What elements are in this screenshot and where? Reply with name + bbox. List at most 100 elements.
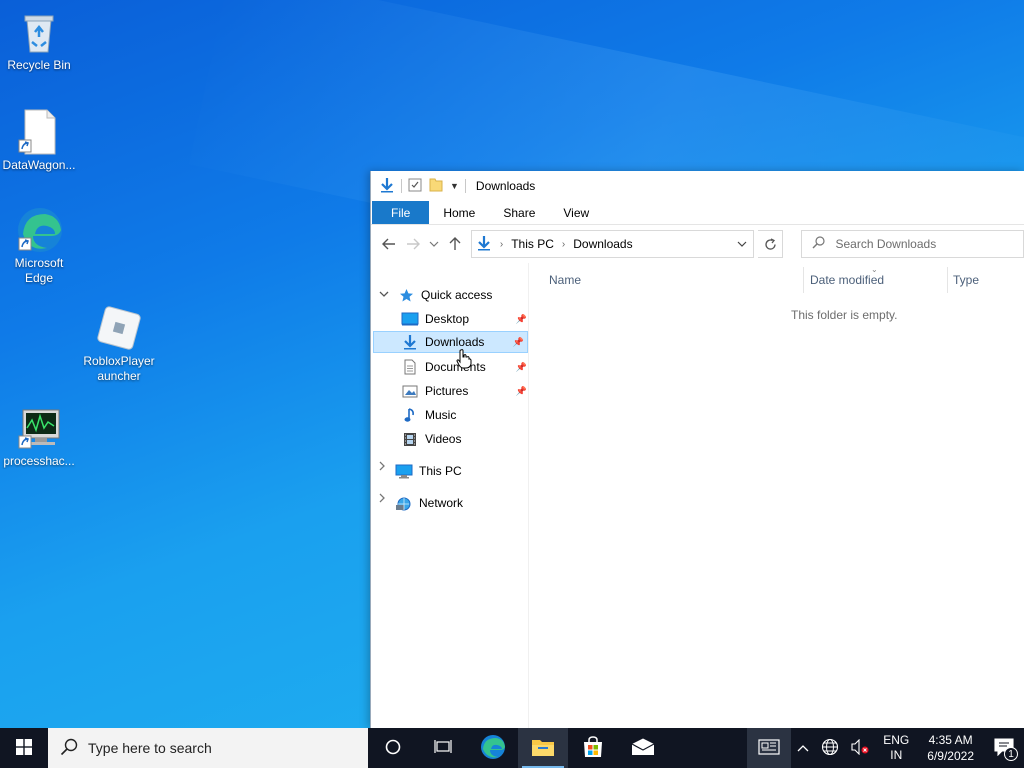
nav-label: Desktop (425, 312, 470, 326)
nav-item-pictures[interactable]: Pictures 📌 (401, 380, 527, 402)
taskbar-edge-button[interactable] (468, 728, 518, 768)
desktop-icon-roblox[interactable]: RobloxPlayer auncher (80, 304, 158, 384)
expand-quick-access-icon[interactable] (379, 289, 389, 300)
tab-share[interactable]: Share (489, 201, 549, 224)
nav-quick-access[interactable]: Quick access (397, 284, 492, 306)
address-segment-downloads[interactable]: Downloads (573, 237, 632, 251)
nav-item-downloads[interactable]: Downloads 📌 (373, 331, 528, 353)
navigation-pane: Quick access Desktop 📌 Downloads 📌 Docum… (371, 263, 529, 728)
desktop-icon-microsoft-edge[interactable]: Microsoft Edge (0, 206, 78, 286)
keyboard-layout: IN (890, 748, 903, 762)
document-icon (401, 359, 419, 375)
title-bar: ▼ Downloads (371, 171, 1024, 201)
downloads-arrow-icon (401, 334, 419, 350)
tab-file[interactable]: File (372, 201, 430, 224)
taskbar-file-explorer-button[interactable] (518, 728, 568, 768)
column-header-date-modified[interactable]: Date modified (810, 273, 884, 287)
speaker-muted-icon (851, 738, 869, 758)
network-status-button[interactable] (815, 728, 845, 768)
address-dropdown-icon[interactable] (737, 239, 747, 250)
window-title: Downloads (475, 179, 536, 193)
nav-label: Network (419, 496, 464, 510)
pin-icon[interactable]: 📌 (516, 386, 527, 397)
search-box[interactable]: Search Downloads (801, 230, 1024, 258)
column-divider[interactable] (947, 267, 948, 293)
refresh-button[interactable] (757, 230, 784, 258)
network-icon (395, 495, 413, 511)
pictures-icon (401, 383, 419, 399)
video-film-icon (401, 431, 419, 447)
clock-time: 4:35 AM (928, 733, 973, 747)
volume-button[interactable] (845, 728, 875, 768)
search-icon (812, 236, 826, 252)
column-divider[interactable] (803, 267, 804, 293)
music-note-icon (401, 407, 419, 423)
hand-cursor-icon (456, 349, 472, 372)
taskbar-search-placeholder: Type here to search (88, 740, 212, 756)
taskbar: Type here to search ENG IN 4:35 AM 6/9/2… (0, 728, 1024, 768)
task-view-button[interactable] (418, 728, 468, 768)
chevron-right-icon: › (499, 238, 504, 250)
tab-view[interactable]: View (549, 201, 603, 224)
desktop-icon-label: processhac... (3, 454, 75, 468)
language-code: ENG (883, 733, 910, 747)
clock-button[interactable]: 4:35 AM 6/9/2022 (917, 728, 984, 768)
clock-date: 6/9/2022 (927, 749, 974, 763)
chevron-right-icon: › (561, 238, 566, 250)
expand-network-icon[interactable] (379, 493, 385, 506)
nav-label: Downloads (425, 335, 485, 349)
store-bag-icon (582, 735, 604, 761)
divider (464, 179, 466, 193)
search-icon (60, 738, 78, 759)
file-list-view: Name ⌄ Date modified Type This folder is… (537, 263, 1024, 728)
column-header-type[interactable]: Type (953, 273, 979, 287)
taskbar-store-button[interactable] (568, 728, 618, 768)
file-explorer-window: ▼ Downloads File Home Share View › This … (370, 171, 1024, 728)
address-bar[interactable]: › This PC › Downloads (470, 230, 754, 258)
address-segment-this-pc[interactable]: This PC (511, 237, 554, 251)
start-button[interactable] (0, 728, 48, 768)
nav-network[interactable]: Network (395, 492, 463, 514)
file-shortcut-icon (15, 108, 63, 156)
notifications-button[interactable]: 1 (984, 728, 1024, 768)
mail-envelope-icon (631, 738, 655, 759)
nav-item-desktop[interactable]: Desktop 📌 (401, 308, 527, 330)
input-language-button[interactable]: ENG IN (875, 728, 917, 768)
customize-quick-access-dropdown-icon[interactable]: ▼ (450, 181, 459, 191)
desktop-icon-label: DataWagon... (2, 158, 76, 172)
pin-icon[interactable]: 📌 (513, 337, 524, 348)
downloads-arrow-icon (476, 235, 492, 254)
pin-icon[interactable]: 📌 (516, 314, 527, 325)
nav-this-pc[interactable]: This PC (395, 460, 462, 482)
recycle-bin-icon (15, 8, 63, 56)
nav-item-videos[interactable]: Videos (401, 428, 461, 450)
desktop-icon-recycle-bin[interactable]: Recycle Bin (0, 8, 78, 73)
up-button[interactable] (445, 233, 465, 255)
nav-item-music[interactable]: Music (401, 404, 456, 426)
pin-icon[interactable]: 📌 (516, 362, 527, 373)
desktop-icon-datawagon[interactable]: DataWagon... (0, 108, 78, 173)
taskbar-search-box[interactable]: Type here to search (48, 728, 368, 768)
forward-button[interactable] (403, 233, 423, 255)
nav-label: Music (425, 408, 457, 422)
news-icon (758, 738, 780, 758)
empty-folder-message: This folder is empty. (791, 308, 898, 322)
desktop-icon-label: Microsoft Edge (14, 256, 64, 285)
tab-home[interactable]: Home (429, 201, 489, 224)
globe-icon (821, 738, 839, 759)
properties-icon[interactable] (408, 177, 422, 195)
recent-locations-button[interactable] (428, 233, 441, 255)
nav-label: Pictures (425, 384, 469, 398)
desktop-icon-processhacker[interactable]: processhac... (0, 404, 78, 469)
show-hidden-icons-button[interactable] (791, 728, 815, 768)
nav-label: Videos (425, 432, 462, 446)
explorer-content: Quick access Desktop 📌 Downloads 📌 Docum… (371, 263, 1024, 728)
column-header-name[interactable]: Name (549, 273, 581, 287)
expand-this-pc-icon[interactable] (379, 461, 385, 474)
cortana-button[interactable] (368, 728, 418, 768)
back-button[interactable] (379, 233, 399, 255)
desktop-folder-icon (401, 311, 419, 327)
news-widget-button[interactable] (747, 728, 792, 768)
taskbar-mail-button[interactable] (618, 728, 668, 768)
new-folder-icon[interactable] (428, 177, 444, 195)
